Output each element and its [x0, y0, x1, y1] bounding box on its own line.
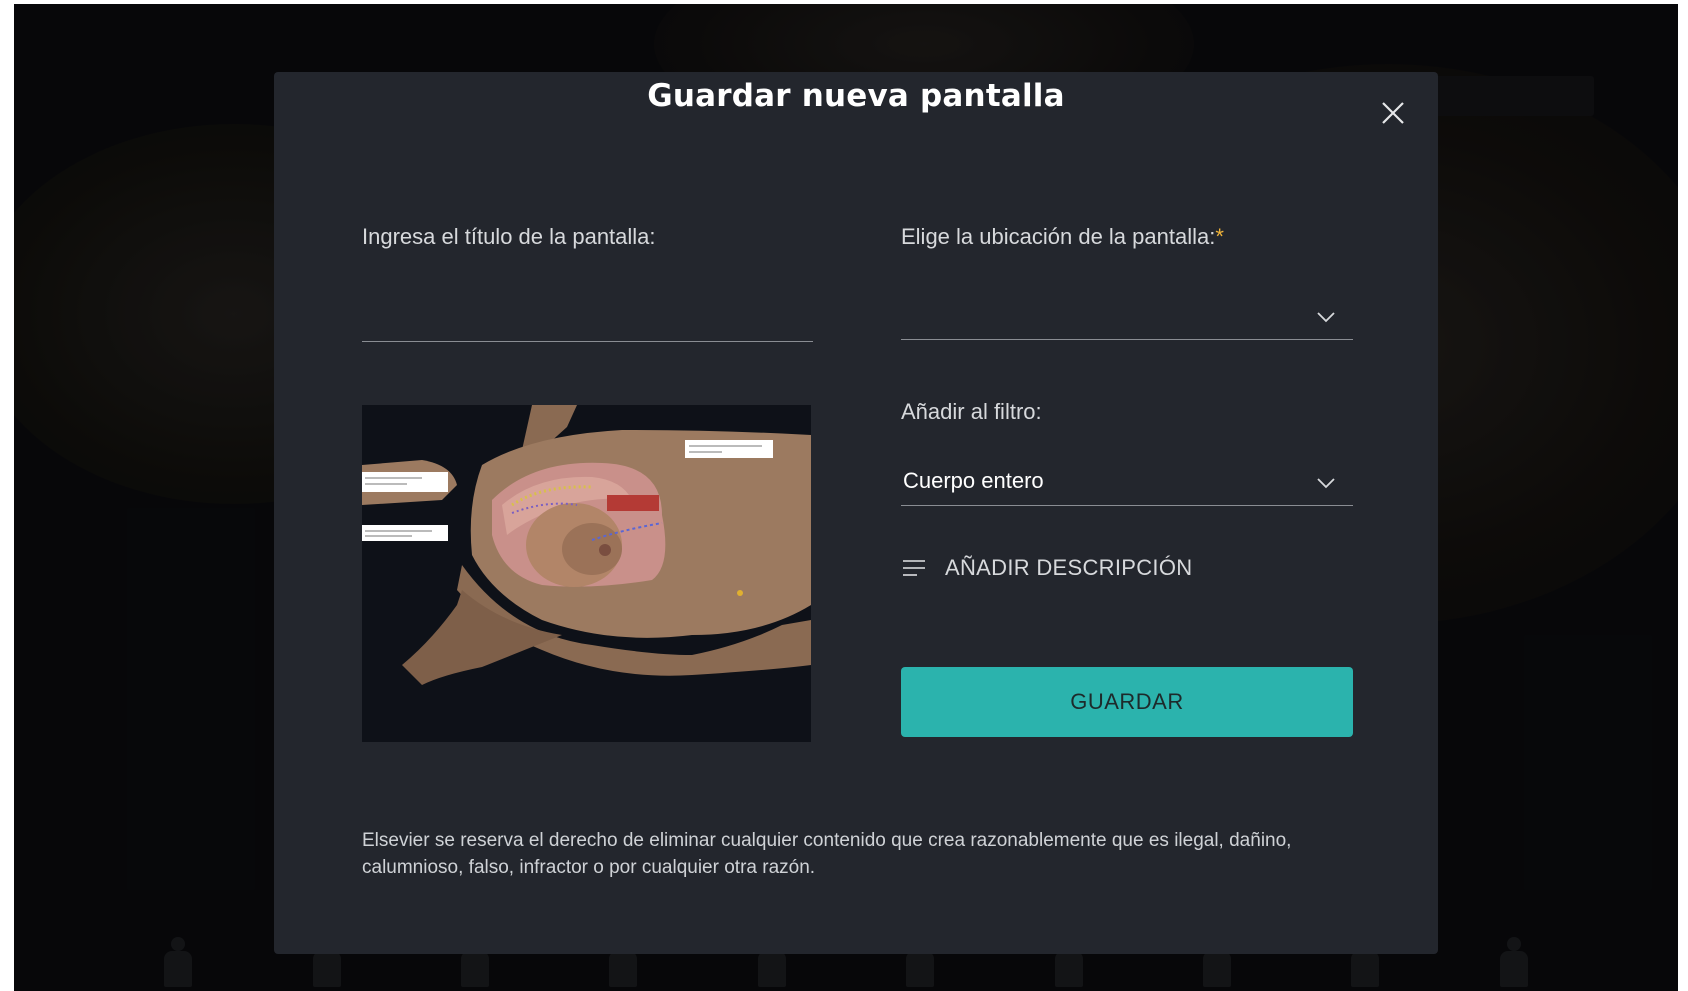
filter-select[interactable]: Cuerpo entero — [901, 462, 1353, 506]
location-select[interactable] — [901, 296, 1353, 340]
location-field-label: Elige la ubicación de la pantalla:* — [901, 224, 1224, 249]
filter-field-label: Añadir al filtro: — [901, 399, 1042, 424]
title-field-label: Ingresa el título de la pantalla: — [362, 224, 656, 249]
screen-preview-image — [362, 405, 811, 742]
lines-icon — [903, 560, 925, 576]
disclaimer-text: Elsevier se reserva el derecho de elimin… — [362, 830, 1292, 878]
filter-select-value: Cuerpo entero — [903, 468, 1044, 493]
chevron-down-icon — [1317, 478, 1335, 489]
close-button[interactable] — [1378, 98, 1408, 128]
screen-title-input[interactable] — [362, 302, 813, 342]
save-button[interactable]: GUARDAR — [901, 667, 1353, 737]
dialog-title: Guardar nueva pantalla — [647, 78, 1065, 114]
close-icon — [1382, 102, 1404, 124]
add-description-button[interactable]: AÑADIR DESCRIPCIÓN — [901, 548, 1192, 588]
required-asterisk: * — [1215, 224, 1224, 249]
add-description-label: AÑADIR DESCRIPCIÓN — [945, 555, 1193, 580]
save-screen-dialog: Guardar nueva pantalla Ingresa el título… — [274, 72, 1438, 954]
chevron-down-icon — [1317, 312, 1335, 323]
